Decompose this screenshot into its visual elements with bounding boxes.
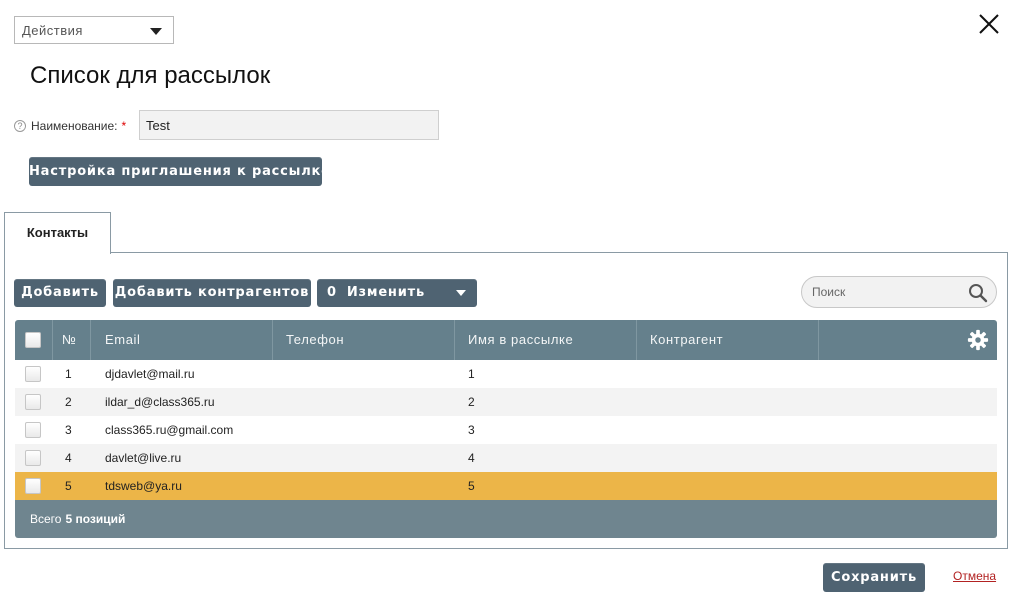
tab-contacts[interactable]: Контакты xyxy=(4,212,111,254)
page-title: Список для рассылок xyxy=(30,62,271,89)
total-label: Всего xyxy=(30,512,62,526)
search-icon[interactable] xyxy=(968,283,988,303)
header-phone[interactable]: Телефон xyxy=(273,320,455,360)
actions-dropdown[interactable]: Действия xyxy=(14,16,174,44)
search-box xyxy=(801,276,997,308)
row-email: ildar_d@class365.ru xyxy=(105,395,215,409)
table-row[interactable]: 4 davlet@live.ru 4 xyxy=(15,444,997,472)
table-row[interactable]: 2 ildar_d@class365.ru 2 xyxy=(15,388,997,416)
row-mailing-name: 4 xyxy=(468,451,475,465)
table-row[interactable]: 1 djdavlet@mail.ru 1 xyxy=(15,360,997,388)
total-count: 5 позиций xyxy=(65,512,126,526)
header-mailing-name[interactable]: Имя в рассылке xyxy=(455,320,637,360)
select-all-checkbox[interactable] xyxy=(25,332,41,348)
selected-count: 0 xyxy=(327,285,337,300)
header-num[interactable]: № xyxy=(53,320,91,360)
row-email: davlet@live.ru xyxy=(105,451,182,465)
header-email[interactable]: Email xyxy=(91,320,273,360)
row-checkbox[interactable] xyxy=(25,394,41,410)
row-num: 4 xyxy=(65,451,72,465)
actions-dropdown-label: Действия xyxy=(22,23,83,38)
row-num: 3 xyxy=(65,423,72,437)
row-mailing-name: 3 xyxy=(468,423,475,437)
header-select-cell xyxy=(15,320,53,360)
table-header: № Email Телефон Имя в рассылке Контраген… xyxy=(15,320,997,360)
contacts-table: № Email Телефон Имя в рассылке Контраген… xyxy=(15,320,997,538)
row-checkbox[interactable] xyxy=(25,366,41,382)
row-email: class365.ru@gmail.com xyxy=(105,423,234,437)
change-label: Изменить xyxy=(346,285,425,300)
header-counterparty[interactable]: Контрагент xyxy=(637,320,819,360)
row-mailing-name: 1 xyxy=(468,367,475,381)
table-footer: Всего 5 позиций xyxy=(15,500,997,538)
name-input[interactable] xyxy=(139,110,439,140)
row-checkbox[interactable] xyxy=(25,422,41,438)
search-input[interactable] xyxy=(812,277,962,307)
cancel-link[interactable]: Отмена xyxy=(953,569,996,583)
add-button[interactable]: Добавить xyxy=(14,279,106,307)
table-body: 1 djdavlet@mail.ru 1 2 ildar_d@class365.ru 2 3… xyxy=(15,360,997,500)
row-email: djdavlet@mail.ru xyxy=(105,367,195,381)
row-email: tdsweb@ya.ru xyxy=(105,479,182,493)
add-counterparties-button[interactable]: Добавить контрагентов xyxy=(113,279,311,307)
row-mailing-name: 2 xyxy=(468,395,475,409)
save-button[interactable]: Сохранить xyxy=(823,563,925,592)
row-mailing-name: 5 xyxy=(468,479,475,493)
gear-icon[interactable] xyxy=(967,329,989,351)
row-num: 5 xyxy=(65,479,72,493)
name-label: Наименование: * xyxy=(31,119,127,133)
row-num: 1 xyxy=(65,367,72,381)
row-checkbox[interactable] xyxy=(25,478,41,494)
row-num: 2 xyxy=(65,395,72,409)
invite-settings-button[interactable]: Настройка приглашения к рассылке xyxy=(29,157,330,186)
table-row[interactable]: 5 tdsweb@ya.ru 5 xyxy=(15,472,997,500)
chevron-down-icon xyxy=(456,290,466,296)
help-icon[interactable]: ? xyxy=(14,120,26,132)
row-checkbox[interactable] xyxy=(25,450,41,466)
change-dropdown-button[interactable]: 0 Изменить xyxy=(317,279,477,307)
required-star: * xyxy=(121,119,127,133)
table-row[interactable]: 3 class365.ru@gmail.com 3 xyxy=(15,416,997,444)
close-icon[interactable] xyxy=(977,12,1001,36)
chevron-down-icon xyxy=(150,28,162,35)
